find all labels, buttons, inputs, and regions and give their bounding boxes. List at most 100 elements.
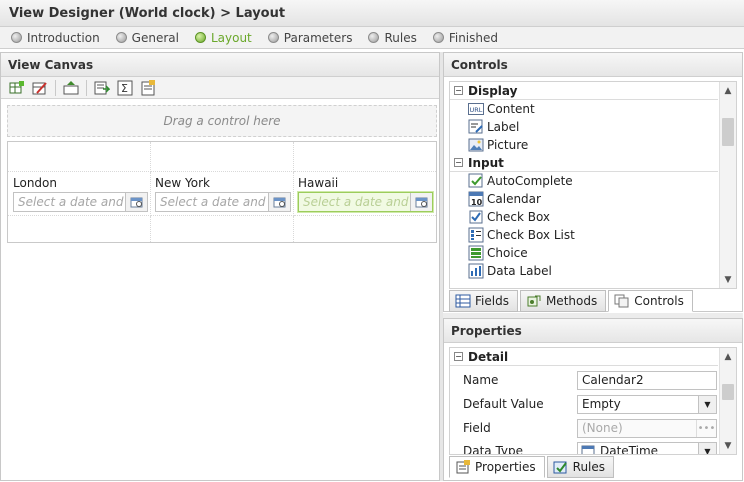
- ellipsis-icon: •••: [696, 419, 716, 437]
- control-item-choice[interactable]: Choice: [450, 244, 736, 262]
- city-label-new-york: New York: [155, 176, 210, 190]
- sum-icon[interactable]: Σ: [115, 79, 135, 97]
- control-item-content[interactable]: URL Content: [450, 100, 736, 118]
- controls-panel: Controls − Display URL Content Label Pict…: [443, 52, 743, 312]
- property-row-data-type: Data Type DateTime ▼: [450, 439, 720, 454]
- methods-icon: [526, 294, 542, 308]
- step-general[interactable]: General: [115, 31, 179, 45]
- calendar-picker-icon[interactable]: [268, 193, 290, 211]
- controls-icon: [614, 294, 630, 308]
- controls-tabs: Fields Methods Controls: [449, 290, 695, 312]
- control-item-calendar[interactable]: 10 Calendar: [450, 190, 736, 208]
- step-introduction[interactable]: Introduction: [11, 31, 100, 45]
- datetime-icon: [581, 445, 595, 454]
- calendar-placeholder: Select a date and: [160, 195, 266, 209]
- property-row-name: Name Calendar2: [450, 368, 720, 392]
- step-dot-active-icon: [194, 32, 206, 43]
- calendar-picker-icon[interactable]: [125, 193, 147, 211]
- calendar-placeholder: Select a date and: [18, 195, 124, 209]
- step-layout[interactable]: Layout: [194, 31, 252, 45]
- table-cell[interactable]: [151, 216, 294, 242]
- step-rules[interactable]: Rules: [368, 31, 417, 45]
- scroll-up-icon[interactable]: ▲: [720, 82, 736, 99]
- properties-tabs: Properties Rules: [449, 456, 616, 478]
- data-label-icon: [468, 263, 484, 279]
- tree-group-input[interactable]: − Input: [450, 154, 718, 172]
- layout-table[interactable]: London New York Hawaii Select a date and…: [7, 141, 437, 243]
- edit-table-icon[interactable]: [30, 79, 50, 97]
- dropdown-arrow-icon[interactable]: ▼: [698, 442, 716, 454]
- label-icon: [468, 119, 484, 135]
- view-canvas-header: View Canvas: [1, 53, 439, 77]
- control-item-data-label[interactable]: Data Label: [450, 262, 736, 280]
- table-cell[interactable]: [8, 142, 151, 172]
- calendar-icon: 10: [468, 191, 484, 207]
- properties-tab-icon: [455, 460, 471, 474]
- step-parameters[interactable]: Parameters: [267, 31, 352, 45]
- scroll-up-icon[interactable]: ▲: [720, 348, 736, 365]
- step-finished[interactable]: Finished: [432, 31, 498, 45]
- svg-text:10: 10: [471, 198, 483, 207]
- tree-group-display[interactable]: − Display: [450, 82, 718, 100]
- tab-fields[interactable]: Fields: [449, 290, 518, 312]
- calendar-control-london[interactable]: Select a date and: [13, 192, 148, 212]
- step-dot-icon: [432, 32, 444, 43]
- control-item-check-box-list[interactable]: Check Box List: [450, 226, 736, 244]
- control-item-autocomplete[interactable]: AutoComplete: [450, 172, 736, 190]
- property-name-input[interactable]: Calendar2: [577, 370, 717, 390]
- canvas-toolbar: Σ: [1, 77, 439, 99]
- fields-icon: [455, 294, 471, 308]
- property-default-value-select[interactable]: Empty ▼: [577, 394, 717, 414]
- table-cell[interactable]: [151, 142, 294, 172]
- collapse-icon[interactable]: −: [454, 158, 463, 167]
- scroll-down-icon[interactable]: ▼: [720, 437, 736, 454]
- rules-icon: [553, 460, 569, 474]
- control-item-picture[interactable]: Picture: [450, 136, 736, 154]
- property-row-default-value: Default Value Empty ▼: [450, 392, 720, 416]
- control-item-check-box[interactable]: Check Box: [450, 208, 736, 226]
- collapse-icon[interactable]: −: [454, 86, 463, 95]
- scroll-down-icon[interactable]: ▼: [720, 271, 736, 288]
- add-table-icon[interactable]: [7, 79, 27, 97]
- tab-controls[interactable]: Controls: [608, 290, 693, 312]
- city-label-london: London: [13, 176, 57, 190]
- properties-icon[interactable]: [138, 79, 158, 97]
- step-dot-icon: [115, 32, 127, 43]
- table-cell[interactable]: [294, 216, 436, 242]
- table-cell[interactable]: [294, 142, 436, 172]
- step-dot-icon: [11, 32, 22, 43]
- step-dot-icon: [267, 32, 279, 43]
- calendar-picker-icon[interactable]: [410, 193, 432, 211]
- property-field-input: (None) •••: [577, 418, 717, 438]
- drop-zone[interactable]: Drag a control here: [7, 105, 437, 137]
- checkbox-list-icon: [468, 227, 484, 243]
- export-icon[interactable]: [92, 79, 112, 97]
- city-label-hawaii: Hawaii: [298, 176, 339, 190]
- picture-icon: [468, 137, 484, 153]
- properties-section-detail[interactable]: − Detail: [450, 348, 718, 366]
- insert-row-icon[interactable]: [61, 79, 81, 97]
- svg-text:Σ: Σ: [121, 82, 128, 95]
- scrollbar-thumb[interactable]: [722, 384, 734, 400]
- controls-tree: − Display URL Content Label Picture − Inpu…: [449, 81, 737, 289]
- collapse-icon[interactable]: −: [454, 352, 463, 361]
- calendar-control-new-york[interactable]: Select a date and: [155, 192, 291, 212]
- tab-rules[interactable]: Rules: [546, 456, 615, 478]
- properties-grid: − Detail Name Calendar2 Default Value Emp…: [449, 347, 737, 455]
- table-cell[interactable]: [8, 216, 151, 242]
- autocomplete-icon: [468, 173, 484, 189]
- scrollbar-thumb[interactable]: [722, 118, 734, 146]
- tab-properties[interactable]: Properties: [449, 456, 545, 478]
- calendar-placeholder: Select a date and: [303, 195, 409, 209]
- controls-scrollbar[interactable]: ▲ ▼: [719, 82, 736, 288]
- properties-header: Properties: [444, 319, 742, 343]
- calendar-control-hawaii[interactable]: Select a date and: [298, 192, 433, 212]
- tab-methods[interactable]: Methods: [519, 290, 607, 312]
- dropdown-arrow-icon[interactable]: ▼: [698, 395, 716, 413]
- control-item-label[interactable]: Label: [450, 118, 736, 136]
- property-data-type-select[interactable]: DateTime ▼: [577, 441, 717, 454]
- property-row-field: Field (None) •••: [450, 416, 720, 440]
- properties-scrollbar[interactable]: ▲ ▼: [719, 348, 736, 454]
- step-dot-icon: [368, 32, 380, 43]
- url-icon: URL: [468, 101, 484, 117]
